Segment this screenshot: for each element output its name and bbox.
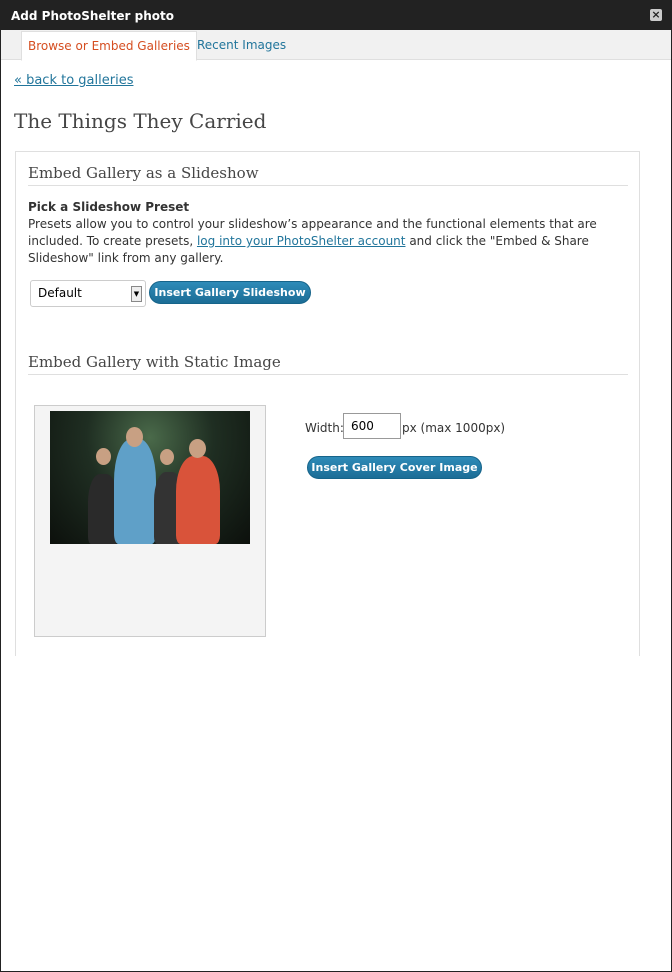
preset-select[interactable]: Default ▼ bbox=[30, 280, 146, 307]
tab-recent-images[interactable]: Recent Images bbox=[191, 31, 292, 60]
width-label: Width: bbox=[305, 421, 344, 435]
cover-image-frame bbox=[34, 405, 266, 637]
tab-browse-galleries[interactable]: Browse or Embed Galleries bbox=[21, 31, 197, 61]
photoshelter-login-link[interactable]: log into your PhotoShelter account bbox=[197, 234, 406, 248]
width-unit-label: px (max 1000px) bbox=[402, 421, 506, 435]
window-title: Add PhotoShelter photo bbox=[11, 8, 174, 23]
static-section-title: Embed Gallery with Static Image bbox=[28, 353, 628, 375]
person-head bbox=[96, 448, 111, 465]
person-head bbox=[189, 439, 206, 458]
back-to-galleries-link[interactable]: « back to galleries bbox=[14, 73, 133, 88]
preset-select-value: Default bbox=[38, 286, 82, 300]
tab-bar: Browse or Embed Galleries Recent Images bbox=[1, 30, 671, 61]
chevron-down-icon: ▼ bbox=[131, 286, 142, 302]
close-icon[interactable]: × bbox=[650, 9, 662, 21]
gallery-cover-image bbox=[50, 411, 250, 544]
insert-gallery-cover-image-button[interactable]: Insert Gallery Cover Image bbox=[307, 456, 482, 479]
person-figure bbox=[114, 439, 156, 544]
person-figure bbox=[176, 456, 220, 544]
add-photoshelter-window: Add PhotoShelter photo × Browse or Embed… bbox=[0, 0, 672, 972]
person-head bbox=[160, 449, 174, 465]
person-head bbox=[126, 427, 143, 447]
preset-description: Presets allow you to control your slides… bbox=[28, 216, 618, 267]
page-title: The Things They Carried bbox=[14, 109, 267, 133]
slideshow-section-title: Embed Gallery as a Slideshow bbox=[28, 164, 628, 186]
width-input[interactable]: 600 bbox=[343, 413, 401, 439]
title-bar: Add PhotoShelter photo × bbox=[1, 1, 671, 30]
embed-panel: Embed Gallery as a Slideshow Pick a Slid… bbox=[15, 151, 640, 656]
preset-heading: Pick a Slideshow Preset bbox=[28, 200, 190, 214]
insert-gallery-slideshow-button[interactable]: Insert Gallery Slideshow bbox=[149, 281, 311, 304]
